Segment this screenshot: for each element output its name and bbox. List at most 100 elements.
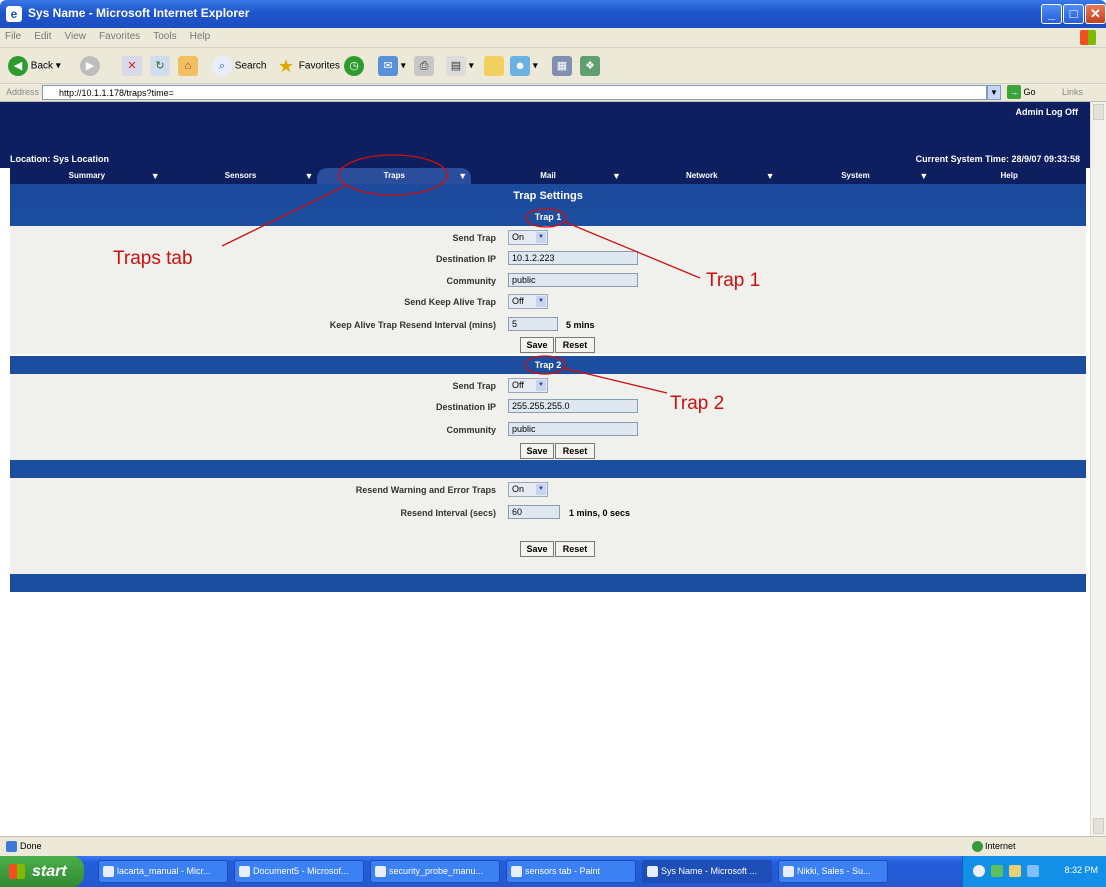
menu-favorites[interactable]: Favorites bbox=[94, 28, 145, 45]
resend-interval-input[interactable]: 60 bbox=[508, 505, 560, 519]
tab-help[interactable]: Help bbox=[932, 168, 1087, 184]
menu-view[interactable]: View bbox=[59, 28, 91, 45]
trap1-keep-alive-row: Send Keep Alive Trap Off ▼ bbox=[10, 294, 1086, 310]
menu-bar: File Edit View Favorites Tools Help bbox=[0, 28, 1106, 48]
edit-button[interactable]: ▤ ▾ bbox=[446, 56, 474, 78]
outlook-icon bbox=[783, 866, 794, 877]
trap1-resend-interval-input[interactable]: 5 bbox=[508, 317, 558, 331]
trap1-community-label: Community bbox=[446, 276, 497, 286]
address-input[interactable] bbox=[42, 85, 987, 100]
search-button[interactable]: ⌕ Search bbox=[212, 56, 266, 78]
resend-save-button[interactable]: Save bbox=[520, 541, 554, 557]
discuss-button[interactable]: ❖ bbox=[580, 56, 600, 78]
close-button[interactable]: ✕ bbox=[1085, 4, 1106, 24]
page-header: Admin Log Off Location: Sys Location Cur… bbox=[0, 102, 1090, 168]
tray-icon[interactable] bbox=[1027, 865, 1039, 877]
taskbar-item-label: security_probe_manu... bbox=[389, 866, 484, 876]
admin-logoff-link[interactable]: Admin Log Off bbox=[1016, 107, 1079, 117]
location-text: Location: Sys Location bbox=[10, 154, 110, 164]
refresh-button[interactable]: ↻ bbox=[150, 56, 170, 78]
menu-edit[interactable]: Edit bbox=[29, 28, 56, 45]
vertical-scrollbar[interactable] bbox=[1090, 102, 1106, 836]
trap1-community-input[interactable]: public bbox=[508, 273, 638, 287]
tab-mail[interactable]: Mail bbox=[471, 168, 625, 184]
resend-warning-row: Resend Warning and Error Traps On ▼ bbox=[10, 482, 1086, 498]
chevron-down-icon: ▼ bbox=[536, 296, 546, 307]
trap2-destination-ip-row: Destination IP 255.255.255.0 bbox=[10, 399, 1086, 415]
minimize-button[interactable]: _ bbox=[1041, 4, 1062, 24]
resend-reset-button[interactable]: Reset bbox=[555, 541, 595, 557]
internet-zone-icon bbox=[972, 841, 983, 852]
go-button[interactable]: → Go bbox=[1007, 85, 1036, 99]
tab-summary[interactable]: Summary bbox=[10, 168, 164, 184]
taskbar-item[interactable]: security_probe_manu... bbox=[370, 860, 500, 883]
address-dropdown-button[interactable]: ▼ bbox=[987, 85, 1001, 100]
start-button[interactable]: start bbox=[0, 856, 84, 887]
trap1-send-trap-select[interactable]: On ▼ bbox=[508, 230, 548, 245]
trap1-reset-button[interactable]: Reset bbox=[555, 337, 595, 353]
tray-icon[interactable] bbox=[1009, 865, 1021, 877]
taskbar-item[interactable]: sensors tab - Paint bbox=[506, 860, 636, 883]
trap2-community-input[interactable]: public bbox=[508, 422, 638, 436]
go-arrow-icon: → bbox=[1007, 85, 1021, 99]
trap2-callout: Trap 2 bbox=[670, 393, 725, 414]
history-button[interactable]: ◷ bbox=[344, 56, 364, 78]
trap1-destination-ip-input[interactable]: 10.1.2.223 bbox=[508, 251, 638, 265]
tab-system[interactable]: System bbox=[778, 168, 933, 184]
windows-flag-icon bbox=[9, 864, 25, 879]
favorites-button[interactable]: ★ Favorites bbox=[276, 56, 340, 78]
trap2-destination-ip-input[interactable]: 255.255.255.0 bbox=[508, 399, 638, 413]
paint-icon bbox=[511, 866, 522, 877]
trap2-save-button[interactable]: Save bbox=[520, 443, 554, 459]
print-button[interactable]: ⎙ bbox=[414, 56, 434, 78]
trap2-community-row: Community public bbox=[10, 422, 1086, 438]
research-icon: ▦ bbox=[552, 56, 572, 76]
trap1-keep-alive-select[interactable]: Off ▼ bbox=[508, 294, 548, 309]
forward-arrow-icon: ▶ bbox=[80, 56, 100, 76]
scroll-up-button[interactable] bbox=[1093, 104, 1104, 120]
menu-file[interactable]: File bbox=[0, 28, 26, 45]
mail-icon: ✉ bbox=[378, 56, 398, 76]
favorites-label: Favorites bbox=[298, 60, 340, 72]
taskbar-item[interactable]: Document5 - Microsof... bbox=[234, 860, 364, 883]
folder-button[interactable] bbox=[484, 56, 504, 78]
tab-network[interactable]: Network bbox=[624, 168, 779, 184]
back-button[interactable]: ◀ Back ▾ bbox=[8, 56, 61, 78]
tab-traps[interactable]: Traps bbox=[317, 168, 472, 184]
trap1-resend-interval-suffix: 5 mins bbox=[566, 320, 595, 330]
taskbar-item[interactable]: Nikki, Sales - Su... bbox=[778, 860, 888, 883]
forward-button[interactable]: ▶ bbox=[80, 56, 100, 78]
stop-button[interactable]: ✕ bbox=[122, 56, 142, 78]
links-button[interactable]: Links bbox=[1062, 87, 1083, 97]
status-bar: Done Internet bbox=[0, 836, 1106, 856]
back-arrow-icon: ◀ bbox=[8, 56, 28, 76]
home-button[interactable]: ⌂ bbox=[178, 56, 198, 78]
maximize-button[interactable]: □ bbox=[1063, 4, 1084, 24]
messenger-button[interactable]: ☻ ▾ bbox=[510, 56, 538, 78]
browser-toolbar: ◀ Back ▾ ▶ ✕ ↻ ⌂ ⌕ Search ★ Favorites ◷ … bbox=[0, 48, 1106, 84]
scroll-down-button[interactable] bbox=[1093, 818, 1104, 834]
trap1-destination-ip-label: Destination IP bbox=[435, 254, 496, 264]
research-button[interactable]: ▦ bbox=[552, 56, 572, 78]
taskbar-item-active[interactable]: Sys Name - Microsoft ... bbox=[642, 860, 772, 883]
trap2-reset-button[interactable]: Reset bbox=[555, 443, 595, 459]
taskbar-item[interactable]: lacarta_manual - Micr... bbox=[98, 860, 228, 883]
mail-button[interactable]: ✉ ▾ bbox=[378, 56, 406, 78]
stop-icon: ✕ bbox=[122, 56, 142, 76]
tab-sensors[interactable]: Sensors bbox=[163, 168, 318, 184]
tray-icon[interactable] bbox=[991, 865, 1003, 877]
trap1-header: Trap 1 bbox=[10, 208, 1086, 226]
discuss-icon: ❖ bbox=[580, 56, 600, 76]
tray-icon[interactable] bbox=[973, 865, 985, 877]
trap1-send-trap-row: Send Trap On ▼ bbox=[10, 230, 1086, 246]
trap1-save-button[interactable]: Save bbox=[520, 337, 554, 353]
menu-tools[interactable]: Tools bbox=[148, 28, 181, 45]
taskbar-item-label: Sys Name - Microsoft ... bbox=[661, 866, 758, 876]
trap2-send-trap-label: Send Trap bbox=[452, 381, 496, 391]
menu-help[interactable]: Help bbox=[185, 28, 216, 45]
start-label: start bbox=[32, 863, 67, 880]
trap2-send-trap-select[interactable]: Off ▼ bbox=[508, 378, 548, 393]
windows-logo-icon bbox=[1080, 30, 1096, 45]
resend-warning-select[interactable]: On ▼ bbox=[508, 482, 548, 497]
taskbar-item-label: lacarta_manual - Micr... bbox=[117, 866, 211, 876]
